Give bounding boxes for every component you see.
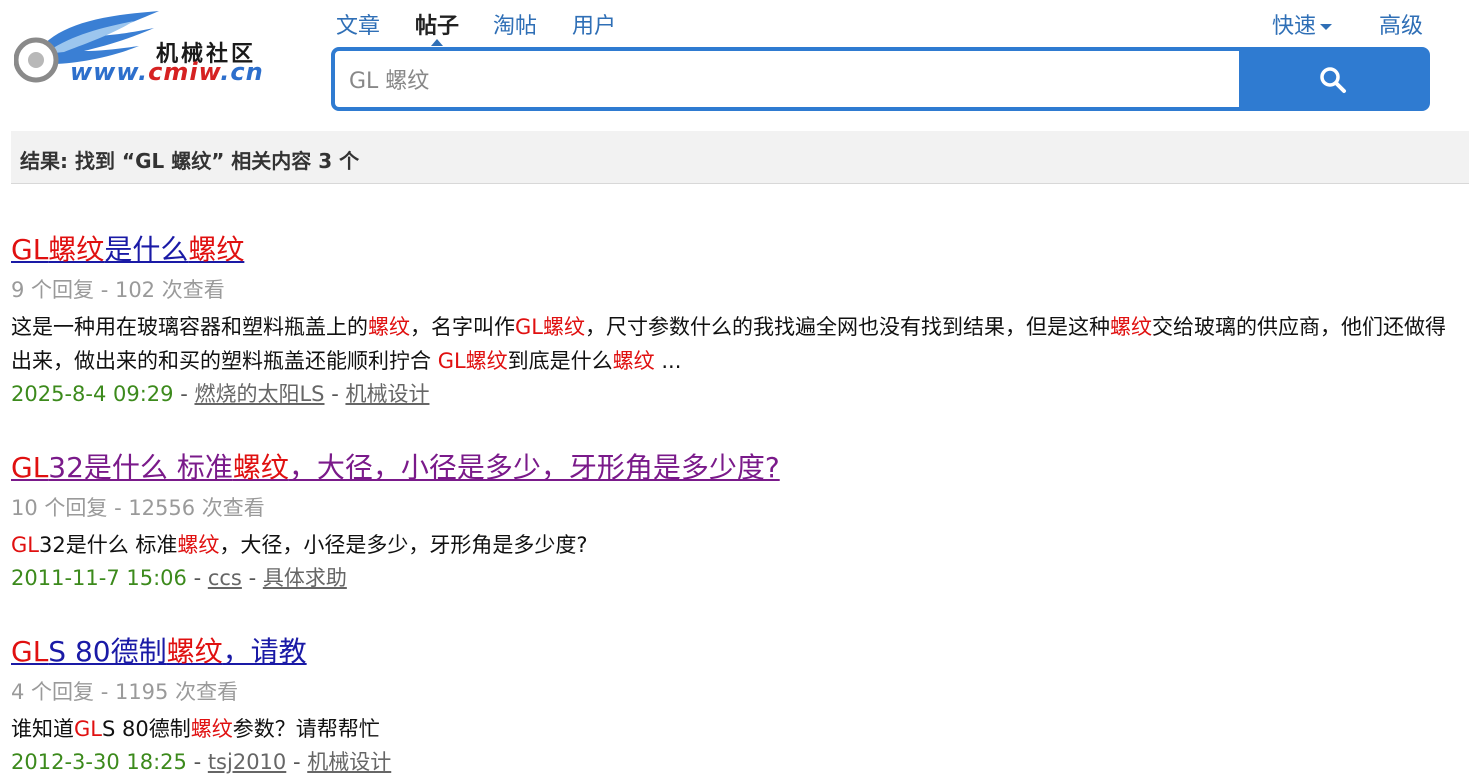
result-snippet-highlight: 螺纹 [465, 349, 508, 373]
search-input[interactable] [335, 51, 1240, 107]
result-snippet-highlight: 螺纹 [542, 315, 585, 339]
result-title[interactable]: GLS 80德制螺纹，请教 [11, 630, 307, 670]
result-title[interactable]: GL32是什么 标准螺纹，大径，小径是多少，牙形角是多少度? [11, 446, 780, 486]
result-snippet-text: ，大径，小径是多少，牙形角是多少度? [219, 533, 588, 557]
result-title-highlight: 螺纹 [48, 233, 105, 266]
result-snippet-text: 谁知道 [11, 717, 74, 741]
result-author-link[interactable]: 燃烧的太阳LS [194, 382, 324, 406]
tab-collections[interactable]: 淘帖 [493, 8, 537, 40]
result-title-highlight: GL [11, 451, 49, 484]
search-result-3: GLS 80德制螺纹，请教 4 个回复 - 1195 次查看 谁知道GLS 80… [11, 630, 1451, 776]
result-snippet-highlight: GL [515, 315, 543, 339]
result-title-highlight: 螺纹 [166, 635, 223, 668]
result-title-text: ，大径，小径是多少，牙形角是多少度? [288, 451, 780, 484]
result-date: 2011-11-7 15:06 [11, 566, 187, 590]
result-snippet-text: 参数？请帮帮忙 [232, 717, 380, 741]
result-snippet-text: 到底是什么 [507, 349, 613, 373]
result-stats: 10 个回复 - 12556 次查看 [11, 496, 265, 520]
advanced-search-link[interactable]: 高级 [1379, 8, 1423, 40]
result-snippet: 这是一种用在玻璃容器和塑料瓶盖上的螺纹，名字叫作GL螺纹，尺寸参数什么的我找遍全… [11, 310, 1451, 378]
result-author-link[interactable]: ccs [208, 566, 242, 590]
quick-search-dropdown[interactable]: 快速 [1272, 8, 1333, 40]
tab-users[interactable]: 用户 [572, 8, 616, 40]
result-title-highlight: 螺纹 [188, 233, 245, 266]
result-title-text: 是什么 [104, 233, 189, 266]
result-author-link[interactable]: tsj2010 [208, 750, 286, 774]
result-forum-link[interactable]: 具体求助 [263, 566, 347, 590]
result-snippet-text: ，尺寸参数什么的我找遍全网也没有找到结果，但是这种 [584, 315, 1110, 339]
result-title-highlight: 螺纹 [232, 451, 289, 484]
result-snippet-text: ... [654, 349, 682, 373]
search-result-2: GL32是什么 标准螺纹，大径，小径是多少，牙形角是多少度? 10 个回复 - … [11, 446, 1451, 592]
result-snippet: 谁知道GLS 80德制螺纹参数？请帮帮忙 [11, 712, 1451, 746]
tab-articles[interactable]: 文章 [336, 8, 380, 40]
result-snippet-text: ，名字叫作 [410, 315, 515, 339]
result-date: 2012-3-30 18:25 [11, 750, 187, 774]
result-title[interactable]: GL螺纹是什么螺纹 [11, 228, 244, 268]
result-meta: 2025-8-4 09:29 - 燃烧的太阳LS - 机械设计 [11, 382, 430, 406]
search-button[interactable] [1239, 51, 1426, 107]
result-title-highlight: GL [11, 233, 49, 266]
result-snippet-highlight: GL [74, 717, 102, 741]
result-snippet-highlight: GL [11, 533, 39, 557]
result-snippet-highlight: 螺纹 [177, 533, 220, 557]
result-title-text: S 80德制 [48, 635, 167, 668]
result-title-text: ，请教 [222, 635, 307, 668]
tab-posts[interactable]: 帖子 [415, 8, 459, 46]
result-snippet-highlight: 螺纹 [190, 717, 233, 741]
result-snippet-text: S 80德制 [101, 717, 191, 741]
result-snippet-highlight: GL [437, 349, 466, 373]
result-stats: 9 个回复 - 102 次查看 [11, 278, 225, 302]
result-meta: 2011-11-7 15:06 - ccs - 具体求助 [11, 566, 347, 590]
result-date: 2025-8-4 09:29 [11, 382, 174, 406]
logo-url: www.cmiw.cn [70, 58, 264, 86]
result-title-text: 32是什么 标准 [48, 451, 233, 484]
result-stats: 4 个回复 - 1195 次查看 [11, 680, 239, 704]
result-title-highlight: GL [11, 635, 49, 668]
search-icon [1320, 67, 1346, 93]
search-box [331, 47, 1430, 111]
result-meta: 2012-3-30 18:25 - tsj2010 - 机械设计 [11, 750, 392, 774]
result-snippet-highlight: 螺纹 [368, 315, 410, 339]
result-snippet-highlight: 螺纹 [612, 349, 655, 373]
site-logo[interactable]: 机械社区 www.cmiw.cn [14, 6, 292, 86]
quick-label: 快速 [1272, 14, 1317, 39]
result-summary: 结果: 找到 “GL 螺纹” 相关内容 3 个 [20, 149, 360, 173]
caret-down-icon [1320, 24, 1333, 30]
result-snippet-text: 32是什么 标准 [38, 533, 178, 557]
search-result-1: GL螺纹是什么螺纹 9 个回复 - 102 次查看 这是一种用在玻璃容器和塑料瓶… [11, 228, 1451, 408]
result-snippet-highlight: 螺纹 [1109, 315, 1152, 339]
result-forum-link[interactable]: 机械设计 [345, 382, 429, 406]
result-snippet-text: 这是一种用在玻璃容器和塑料瓶盖上的 [11, 315, 368, 339]
result-snippet: GL32是什么 标准螺纹，大径，小径是多少，牙形角是多少度? [11, 528, 1451, 562]
result-summary-bar: 结果: 找到 “GL 螺纹” 相关内容 3 个 [11, 131, 1469, 184]
result-forum-link[interactable]: 机械设计 [307, 750, 391, 774]
